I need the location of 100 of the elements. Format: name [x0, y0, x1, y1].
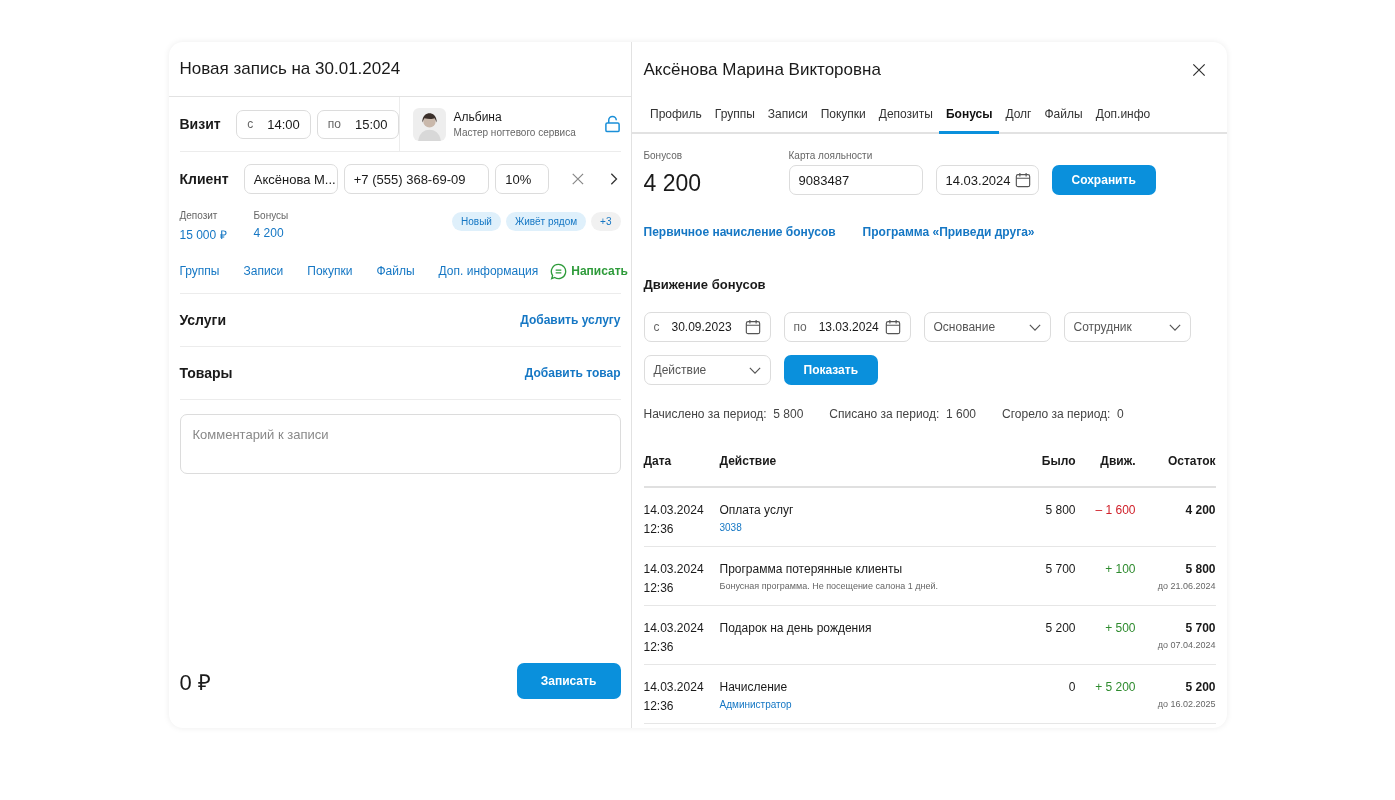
time-cell-text: 12:36 — [643, 699, 675, 713]
bonus-link[interactable]: Программа «Приведи друга» — [862, 225, 1035, 239]
add-link[interactable]: Добавить товар — [524, 366, 621, 380]
master-name: Альбина — [453, 110, 503, 124]
phone-field[interactable]: +7 (555) 368-69-09 — [343, 164, 490, 194]
start-time-field[interactable]: с 14:00 — [236, 109, 311, 139]
message-button[interactable]: Написать — [550, 262, 628, 280]
add-link[interactable]: Добавить услугу — [520, 313, 621, 327]
period-summary: Списано за период: 1 600 — [829, 407, 977, 421]
client-tag[interactable]: Новый — [452, 212, 501, 231]
tab[interactable]: Долг — [998, 97, 1038, 134]
period-summary: Начислено за период: 5 800 — [643, 407, 804, 421]
action-cell-text: Начисление — [719, 680, 789, 694]
avatar — [412, 107, 446, 141]
bonus-label: Бонусов — [643, 150, 684, 161]
client-link[interactable]: Записи — [231, 264, 296, 278]
client-label: Клиент — [179, 171, 230, 187]
chevron-down-icon[interactable] — [1168, 323, 1181, 331]
client-link[interactable]: Доп. информация — [426, 264, 551, 278]
unlock-icon[interactable] — [603, 115, 621, 133]
visit-label: Визит — [179, 116, 222, 132]
date-field[interactable]: по 13.03.2024 — [783, 312, 911, 342]
date-cell-text: 14.03.2024 — [643, 562, 705, 576]
more-tags-badge[interactable]: +3 — [591, 212, 621, 231]
before-cell: 5 800 — [1045, 503, 1076, 517]
tab[interactable]: Депозиты — [872, 97, 940, 134]
loyalty-card-field[interactable]: 9083487 — [788, 165, 923, 195]
section-title: Услуги — [179, 312, 228, 328]
column-header: Было — [1040, 454, 1076, 468]
before-cell: 0 — [1068, 680, 1076, 694]
column-header: Дата — [643, 454, 673, 468]
tab[interactable]: Записи — [761, 97, 815, 134]
column-header: Действие — [719, 454, 778, 468]
change-cell: + 100 — [1105, 562, 1136, 576]
action-note: Бонусная программа. Не посещение салона 1 дней. — [719, 581, 939, 591]
column-header: Остаток — [1166, 454, 1216, 468]
balance-cell: 4 200 — [1185, 503, 1216, 517]
date-cell-text: 14.03.2024 — [643, 621, 705, 635]
balance-label: Депозит — [179, 210, 219, 221]
booking-title: Новая запись на 30.01.2024 — [179, 59, 401, 79]
balance-label: Бонусы — [253, 210, 289, 221]
chevron-down-icon[interactable] — [748, 366, 761, 374]
time-cell-text: 12:36 — [643, 522, 675, 536]
client-link[interactable]: Файлы — [364, 264, 427, 278]
calendar-icon[interactable] — [884, 319, 901, 335]
tab[interactable]: Группы — [708, 97, 762, 134]
tab[interactable]: Файлы — [1038, 97, 1090, 134]
date-field[interactable]: с 30.09.2023 — [643, 312, 771, 342]
loyalty-card-label: Карта лояльности — [788, 150, 874, 161]
client-tag[interactable]: Живёт рядом — [505, 212, 587, 231]
client-link[interactable]: Покупки — [295, 264, 365, 278]
total-amount: 0 ₽ — [179, 669, 211, 696]
date-cell-text: 14.03.2024 — [643, 503, 705, 517]
tab[interactable]: Профиль — [643, 97, 709, 134]
time-cell-text: 12:36 — [643, 581, 675, 595]
select-field[interactable]: Действие — [643, 355, 771, 385]
date-field[interactable]: 14.03.2024 — [935, 165, 1039, 195]
chat-icon — [550, 262, 568, 280]
select-field[interactable]: Основание — [923, 312, 1051, 342]
expiry-date: до 21.06.2024 — [1157, 581, 1216, 591]
section-title: Движение бонусов — [643, 277, 767, 292]
calendar-icon[interactable] — [1014, 172, 1031, 188]
change-cell: + 500 — [1105, 621, 1136, 635]
chevron-down-icon[interactable] — [1028, 323, 1041, 331]
end-time-field[interactable]: по 15:00 — [316, 109, 399, 139]
close-icon[interactable] — [1191, 62, 1206, 77]
section-title: Товары — [179, 365, 234, 381]
date-cell-text: 14.03.2024 — [643, 680, 705, 694]
action-cell-text: Программа потерянные клиенты — [719, 562, 904, 576]
bonus-value: 4 200 — [643, 170, 703, 197]
before-cell: 5 700 — [1045, 562, 1076, 576]
discount-field[interactable]: 10% — [495, 164, 549, 194]
balance-value[interactable]: 15 000 ₽ — [179, 226, 227, 243]
expiry-date: до 07.04.2024 — [1157, 640, 1216, 650]
action-cell-text: Подарок на день рождения — [719, 621, 873, 635]
before-cell: 5 200 — [1045, 621, 1076, 635]
change-cell: + 5 200 — [1095, 680, 1136, 694]
balance-cell: 5 700 — [1185, 621, 1216, 635]
balance-cell: 5 800 — [1185, 562, 1216, 576]
tab[interactable]: Покупки — [814, 97, 873, 134]
bonus-link[interactable]: Первичное начисление бонусов — [643, 225, 836, 239]
action-link[interactable]: Администратор — [719, 699, 996, 710]
change-cell: – 1 600 — [1095, 503, 1136, 517]
client-name-title: Аксёнова Марина Викторовна — [643, 59, 881, 80]
tab[interactable]: Доп.инфо — [1089, 97, 1157, 134]
action-cell-text: Оплата услуг — [719, 503, 795, 517]
period-summary: Сгорело за период: 0 — [1002, 407, 1124, 421]
expiry-date: до 16.02.2025 — [1157, 699, 1216, 709]
client-link[interactable]: Группы — [179, 264, 232, 278]
balance-value[interactable]: 4 200 — [253, 226, 289, 240]
calendar-icon[interactable] — [744, 319, 761, 335]
balance-cell: 5 200 — [1185, 680, 1216, 694]
client-name-field[interactable]: Аксёнова М... — [243, 164, 338, 194]
master-role: Мастер ногтевого сервиса — [453, 127, 577, 138]
tab[interactable]: Бонусы — [939, 97, 999, 134]
column-header: Движ. — [1099, 454, 1136, 468]
comment-field[interactable]: Комментарий к записи — [179, 414, 621, 474]
select-field[interactable]: Сотрудник — [1063, 312, 1191, 342]
time-cell-text: 12:36 — [643, 640, 675, 654]
action-link[interactable]: 3038 — [719, 522, 996, 533]
